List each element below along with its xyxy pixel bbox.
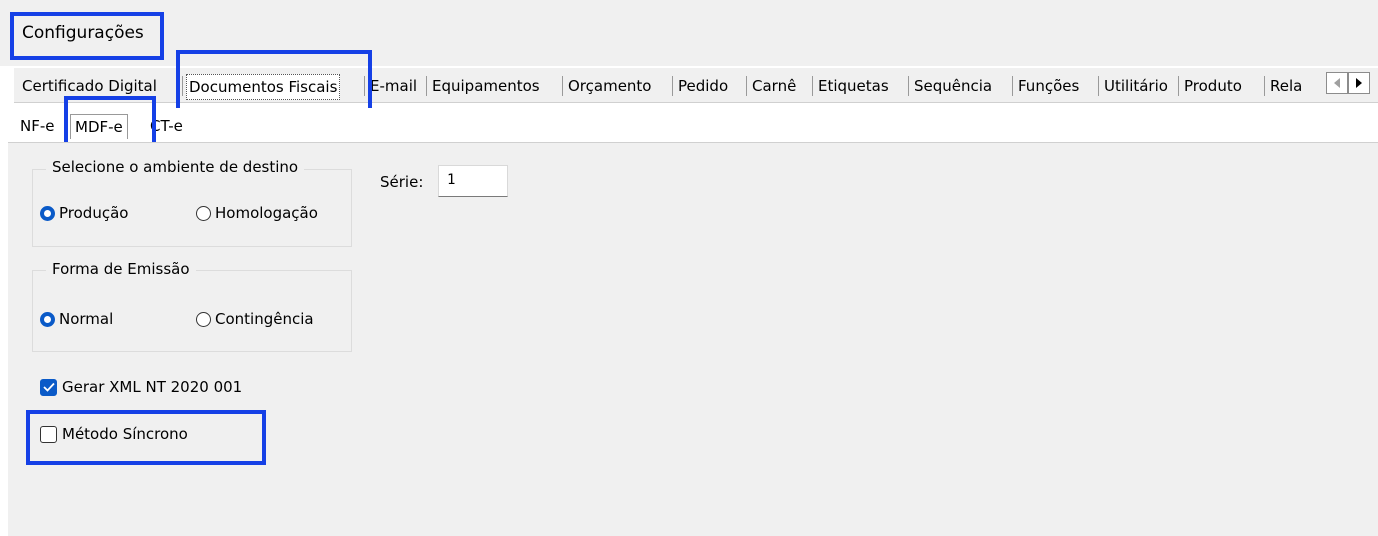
window-header bbox=[0, 0, 1378, 66]
radio-producao[interactable]: Produção bbox=[40, 204, 128, 222]
tab-carne[interactable]: Carnê bbox=[750, 74, 798, 98]
serie-input[interactable]: 1 bbox=[438, 165, 508, 197]
emissao-group-title: Forma de Emissão bbox=[46, 260, 196, 278]
radio-button-selected[interactable] bbox=[40, 205, 55, 221]
checkbox-checked[interactable] bbox=[40, 378, 57, 396]
sub-tabstrip bbox=[14, 108, 1378, 142]
tab-separator bbox=[562, 76, 563, 96]
subtab-cte[interactable]: CT-e bbox=[150, 114, 183, 138]
radio-button[interactable] bbox=[196, 311, 211, 327]
radio-label: Normal bbox=[59, 310, 114, 328]
tab-utilitario[interactable]: Utilitário bbox=[1102, 74, 1170, 98]
radio-label: Contingência bbox=[215, 310, 314, 328]
chevron-right-icon[interactable] bbox=[1348, 72, 1370, 94]
tab-scroll-buttons bbox=[1326, 72, 1370, 94]
checkbox-metodo-sincrono[interactable]: Método Síncrono bbox=[40, 425, 188, 443]
tab-documentos-fiscais[interactable]: Documentos Fiscais bbox=[186, 74, 341, 100]
checkmark-icon bbox=[42, 382, 55, 392]
tab-separator bbox=[426, 76, 427, 96]
ambiente-group-title: Selecione o ambiente de destino bbox=[46, 158, 305, 176]
checkbox-label: Método Síncrono bbox=[62, 425, 188, 443]
serie-label: Série: bbox=[380, 173, 424, 191]
tab-separator bbox=[182, 76, 183, 96]
tab-email[interactable]: E-mail bbox=[368, 74, 419, 98]
tab-separator bbox=[1012, 76, 1013, 96]
tab-separator bbox=[746, 76, 747, 96]
subtab-nfe[interactable]: NF-e bbox=[20, 114, 55, 138]
checkbox-unchecked[interactable] bbox=[40, 425, 57, 443]
radio-normal[interactable]: Normal bbox=[40, 310, 113, 328]
tab-separator bbox=[1178, 76, 1179, 96]
radio-button-selected[interactable] bbox=[40, 311, 55, 327]
tab-separator bbox=[908, 76, 909, 96]
tab-separator bbox=[672, 76, 673, 96]
radio-label: Produção bbox=[59, 204, 129, 222]
radio-button[interactable] bbox=[196, 205, 211, 221]
tab-certificado-digital[interactable]: Certificado Digital bbox=[20, 74, 159, 98]
tab-etiquetas[interactable]: Etiquetas bbox=[816, 74, 891, 98]
radio-label: Homologação bbox=[215, 204, 318, 222]
tab-separator bbox=[812, 76, 813, 96]
tab-funcoes[interactable]: Funções bbox=[1016, 74, 1081, 98]
tab-equipamentos[interactable]: Equipamentos bbox=[430, 74, 542, 98]
tab-separator bbox=[1098, 76, 1099, 96]
tab-separator bbox=[1264, 76, 1265, 96]
chevron-left-icon[interactable] bbox=[1326, 72, 1348, 94]
checkbox-gerar-xml[interactable]: Gerar XML NT 2020 001 bbox=[40, 378, 242, 396]
tab-produto[interactable]: Produto bbox=[1182, 74, 1244, 98]
tab-pedido[interactable]: Pedido bbox=[676, 74, 730, 98]
tab-separator bbox=[364, 76, 365, 96]
tab-orcamento[interactable]: Orçamento bbox=[566, 74, 654, 98]
subtab-mdfe[interactable]: MDF-e bbox=[70, 114, 128, 139]
checkbox-label: Gerar XML NT 2020 001 bbox=[62, 378, 243, 396]
tab-sequencia[interactable]: Sequência bbox=[912, 74, 994, 98]
radio-contingencia[interactable]: Contingência bbox=[196, 310, 314, 328]
window-title: Configurações bbox=[22, 23, 144, 43]
tab-rela[interactable]: Rela bbox=[1268, 74, 1304, 98]
radio-homologacao[interactable]: Homologação bbox=[196, 204, 318, 222]
